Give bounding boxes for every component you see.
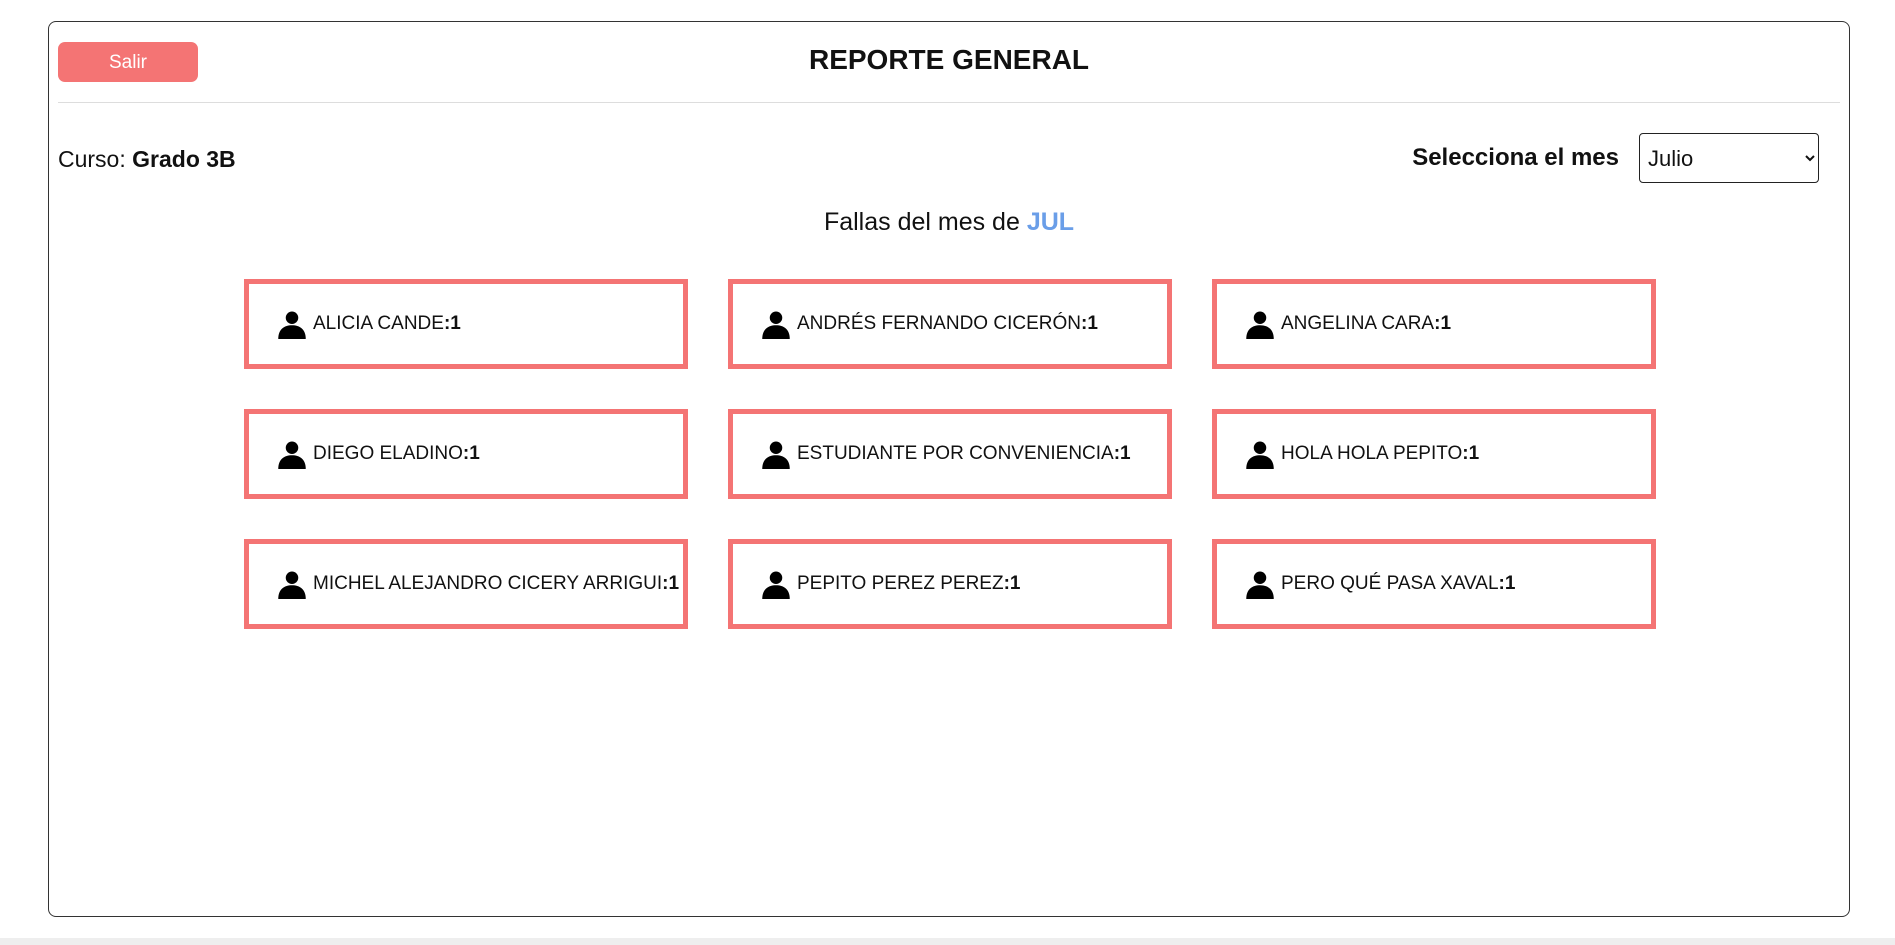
students-grid: ALICIA CANDE: 1 ANDRÉS FERNANDO CICERÓN: … bbox=[244, 279, 1656, 629]
student-card: ALICIA CANDE: 1 bbox=[244, 279, 688, 369]
absences-count: 1 bbox=[1440, 313, 1452, 334]
window-bottom-edge bbox=[0, 938, 1895, 945]
absences-count: 1 bbox=[1120, 443, 1131, 464]
student-card: ANGELINA CARA: 1 bbox=[1212, 279, 1656, 369]
subtitle-prefix: Fallas del mes de bbox=[823, 208, 1027, 236]
student-card: PERO QUÉ PASA XAVAL: 1 bbox=[1212, 539, 1656, 629]
absences-count: 1 bbox=[450, 313, 461, 334]
student-name: DIEGO ELADINO bbox=[313, 443, 463, 464]
student-card: PEPITO PEREZ PEREZ: 1 bbox=[728, 539, 1172, 629]
student-name: ANGELINA CARA bbox=[1281, 313, 1435, 334]
student-name: PERO QUÉ PASA XAVAL bbox=[1281, 573, 1499, 594]
absences-count: 1 bbox=[1504, 573, 1516, 594]
month-select-label: Selecciona el mes bbox=[1412, 144, 1619, 171]
student-card: MICHEL ALEJANDRO CICERY ARRIGUI: 1 bbox=[244, 539, 688, 629]
absences-subtitle: Fallas del mes de JUL bbox=[49, 208, 1849, 237]
report-card: Salir REPORTE GENERAL Curso: Grado 3B Se… bbox=[48, 21, 1850, 917]
student-card: DIEGO ELADINO: 1 bbox=[244, 409, 688, 499]
person-icon bbox=[278, 571, 306, 599]
student-card: ESTUDIANTE POR CONVENIENCIA: 1 bbox=[728, 409, 1172, 499]
person-icon bbox=[762, 441, 790, 469]
person-icon bbox=[278, 441, 306, 469]
person-icon bbox=[762, 571, 790, 599]
month-select[interactable]: Julio bbox=[1639, 133, 1819, 183]
person-icon bbox=[278, 311, 306, 339]
absences-count: 1 bbox=[469, 443, 480, 464]
student-card: HOLA HOLA PEPITO: 1 bbox=[1212, 409, 1656, 499]
student-name: ESTUDIANTE POR CONVENIENCIA bbox=[797, 443, 1114, 464]
person-icon bbox=[1246, 571, 1274, 599]
absences-count: 1 bbox=[1468, 443, 1480, 464]
student-name: PEPITO PEREZ PEREZ bbox=[797, 573, 1004, 594]
absences-count: 1 bbox=[668, 573, 680, 594]
course-value: Grado 3B bbox=[132, 146, 236, 172]
student-card: ANDRÉS FERNANDO CICERÓN: 1 bbox=[728, 279, 1172, 369]
person-icon bbox=[762, 311, 790, 339]
report-header: Salir REPORTE GENERAL bbox=[49, 22, 1849, 103]
absences-count: 1 bbox=[1087, 313, 1098, 334]
student-name: ANDRÉS FERNANDO CICERÓN bbox=[797, 313, 1081, 334]
header-divider bbox=[58, 102, 1840, 103]
subtitle-month: JUL bbox=[1026, 208, 1075, 236]
person-icon bbox=[1246, 441, 1274, 469]
course-label: Curso: bbox=[58, 146, 133, 172]
course-info: Curso: Grado 3B bbox=[58, 146, 236, 173]
student-name: HOLA HOLA PEPITO bbox=[1281, 443, 1463, 464]
month-selector: Selecciona el mes Julio bbox=[1412, 133, 1819, 183]
page-title: REPORTE GENERAL bbox=[808, 44, 1090, 75]
student-name: MICHEL ALEJANDRO CICERY ARRIGUI bbox=[313, 573, 663, 594]
person-icon bbox=[1246, 311, 1274, 339]
absences-count: 1 bbox=[1009, 573, 1021, 594]
student-name: ALICIA CANDE bbox=[313, 313, 444, 334]
